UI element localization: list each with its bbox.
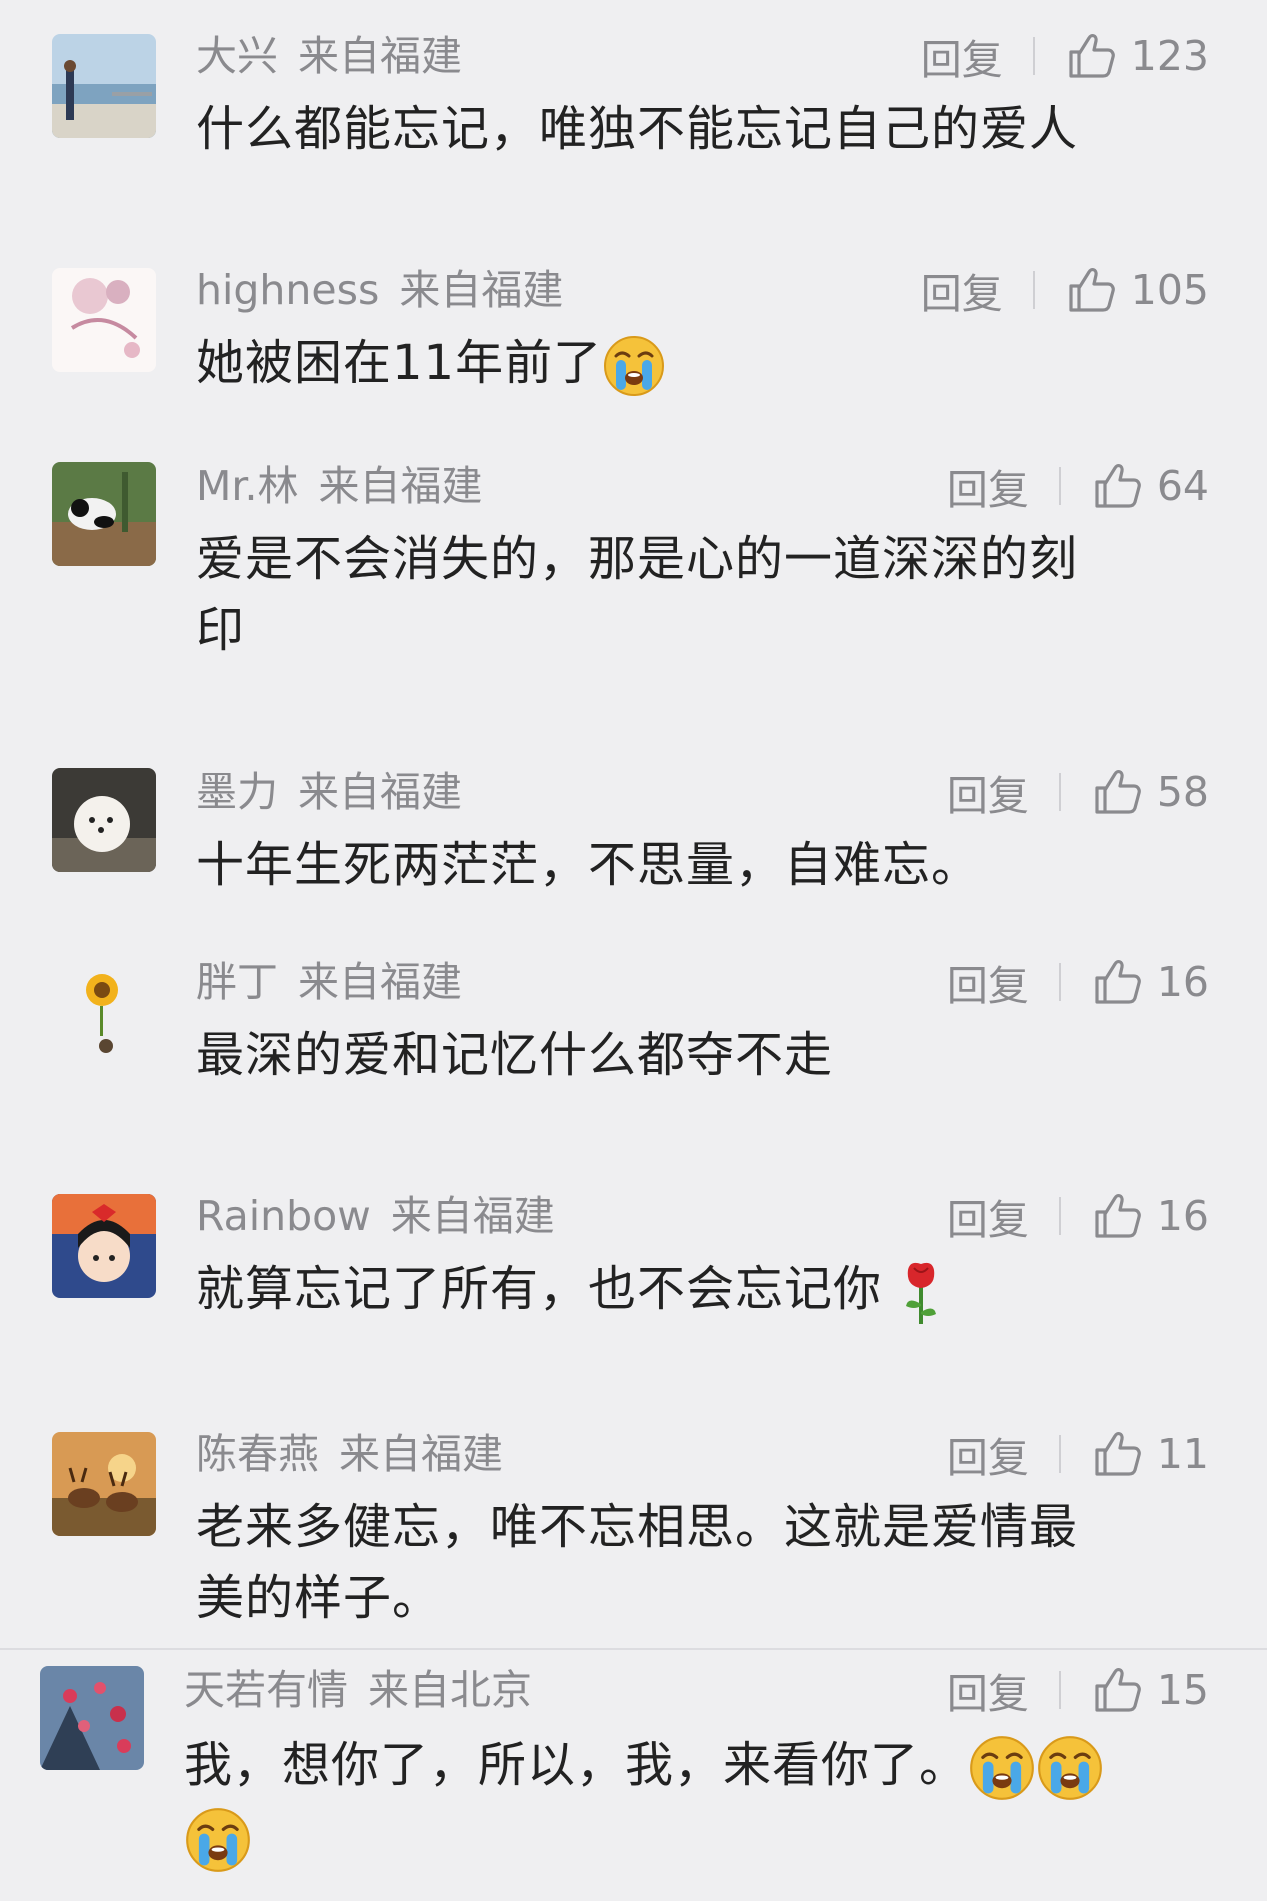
thumbs-up-icon [1069,33,1115,78]
location-label: 来自北京 [368,1666,532,1714]
reply-button[interactable]: 回复 [947,456,1029,516]
divider [1058,1435,1061,1473]
like-button[interactable]: 16 [1091,956,1209,1008]
location-label: 来自福建 [390,1192,555,1240]
divider [0,1648,1267,1650]
thumbs-up-icon [1069,268,1115,312]
like-count: 16 [1156,958,1209,1006]
location-label: 来自福建 [399,266,564,314]
username[interactable]: Mr.林 [196,462,299,510]
location-label: 来自福建 [298,768,462,816]
divider [1058,1197,1061,1235]
thumbs-up-icon [1095,959,1141,1004]
comment-text: 最深的爱和记忆什么都夺不走 [196,1027,834,1083]
avatar[interactable] [52,462,156,566]
location-label: 来自福建 [298,958,462,1006]
thumbs-up-icon [1095,1431,1141,1476]
reply-button[interactable]: 回复 [947,762,1029,822]
comment-text: 爱是不会消失的，那是心的一道深深的刻 印 [196,524,1078,666]
username[interactable]: 大兴 [196,32,278,80]
reply-button[interactable]: 回复 [947,952,1029,1012]
avatar[interactable] [52,1194,156,1298]
comment-text-line: 老来多健忘，唯不忘相思。这就是爱情最 [196,1499,1079,1555]
username[interactable]: 胖丁 [196,958,278,1006]
like-button[interactable]: 11 [1091,1428,1209,1480]
location-label: 来自福建 [318,462,483,510]
avatar[interactable] [40,1666,144,1770]
like-button[interactable]: 64 [1091,460,1209,512]
comment-text: 就算忘记了所有，也不会忘记你 [196,1261,883,1317]
reply-button[interactable]: 回复 [921,260,1003,320]
divider [1032,271,1035,309]
crying-face-emoji [184,1806,252,1874]
like-count: 16 [1156,1192,1209,1240]
avatar[interactable] [52,268,156,372]
reply-button[interactable]: 回复 [947,1186,1029,1246]
avatar[interactable] [52,768,156,872]
like-count: 11 [1156,1430,1209,1478]
location-label: 来自福建 [339,1430,503,1478]
comment-text: 我，想你了，所以，我，来看你了。 [184,1730,1224,1874]
comment-text-line: 爱是不会消失的，那是心的一道深深的刻 [196,531,1079,587]
like-button[interactable]: 58 [1091,766,1209,818]
divider [1058,467,1061,505]
divider [1058,963,1061,1001]
crying-face-emoji [602,334,666,398]
thumbs-up-icon [1095,1193,1141,1238]
reply-button[interactable]: 回复 [947,1660,1029,1720]
comment-text: 什么都能忘记，唯独不能忘记自己的爱人 [196,101,1079,157]
like-count: 15 [1156,1666,1209,1714]
avatar[interactable] [52,958,156,1062]
username[interactable]: 墨力 [196,768,278,816]
like-button[interactable]: 15 [1091,1664,1209,1716]
location-label: 来自福建 [298,32,462,80]
crying-face-emoji [968,1734,1036,1802]
crying-face-emoji [1036,1734,1104,1802]
comment-text-line: 美的样子。 [196,1570,442,1626]
comment-text: 十年生死两茫茫，不思量，自难忘。 [196,837,981,893]
rose-emoji [898,1258,944,1326]
reply-button[interactable]: 回复 [947,1424,1029,1484]
like-count: 58 [1156,768,1209,816]
like-button[interactable]: 16 [1091,1190,1209,1242]
like-count: 123 [1130,32,1209,80]
divider [1058,773,1061,811]
comment-text: 老来多健忘，唯不忘相思。这就是爱情最 美的样子。 [196,1492,1078,1634]
username[interactable]: Rainbow [196,1192,371,1240]
like-button[interactable]: 105 [1065,264,1209,316]
divider [1032,37,1035,75]
username[interactable]: 陈春燕 [196,1430,319,1478]
avatar[interactable] [52,1432,156,1536]
username[interactable]: highness [196,266,379,314]
like-button[interactable]: 123 [1065,30,1209,82]
username[interactable]: 天若有情 [184,1666,348,1714]
reply-button[interactable]: 回复 [921,26,1003,86]
thumbs-up-icon [1095,769,1141,814]
divider [1058,1671,1061,1709]
comment-text-line: 印 [196,602,246,658]
thumbs-up-icon [1095,1667,1141,1712]
thumbs-up-icon [1095,464,1141,508]
like-count: 105 [1130,266,1209,314]
like-count: 64 [1156,462,1209,510]
comment-text: 她被困在11年前了 [196,335,603,391]
avatar[interactable] [52,34,156,138]
